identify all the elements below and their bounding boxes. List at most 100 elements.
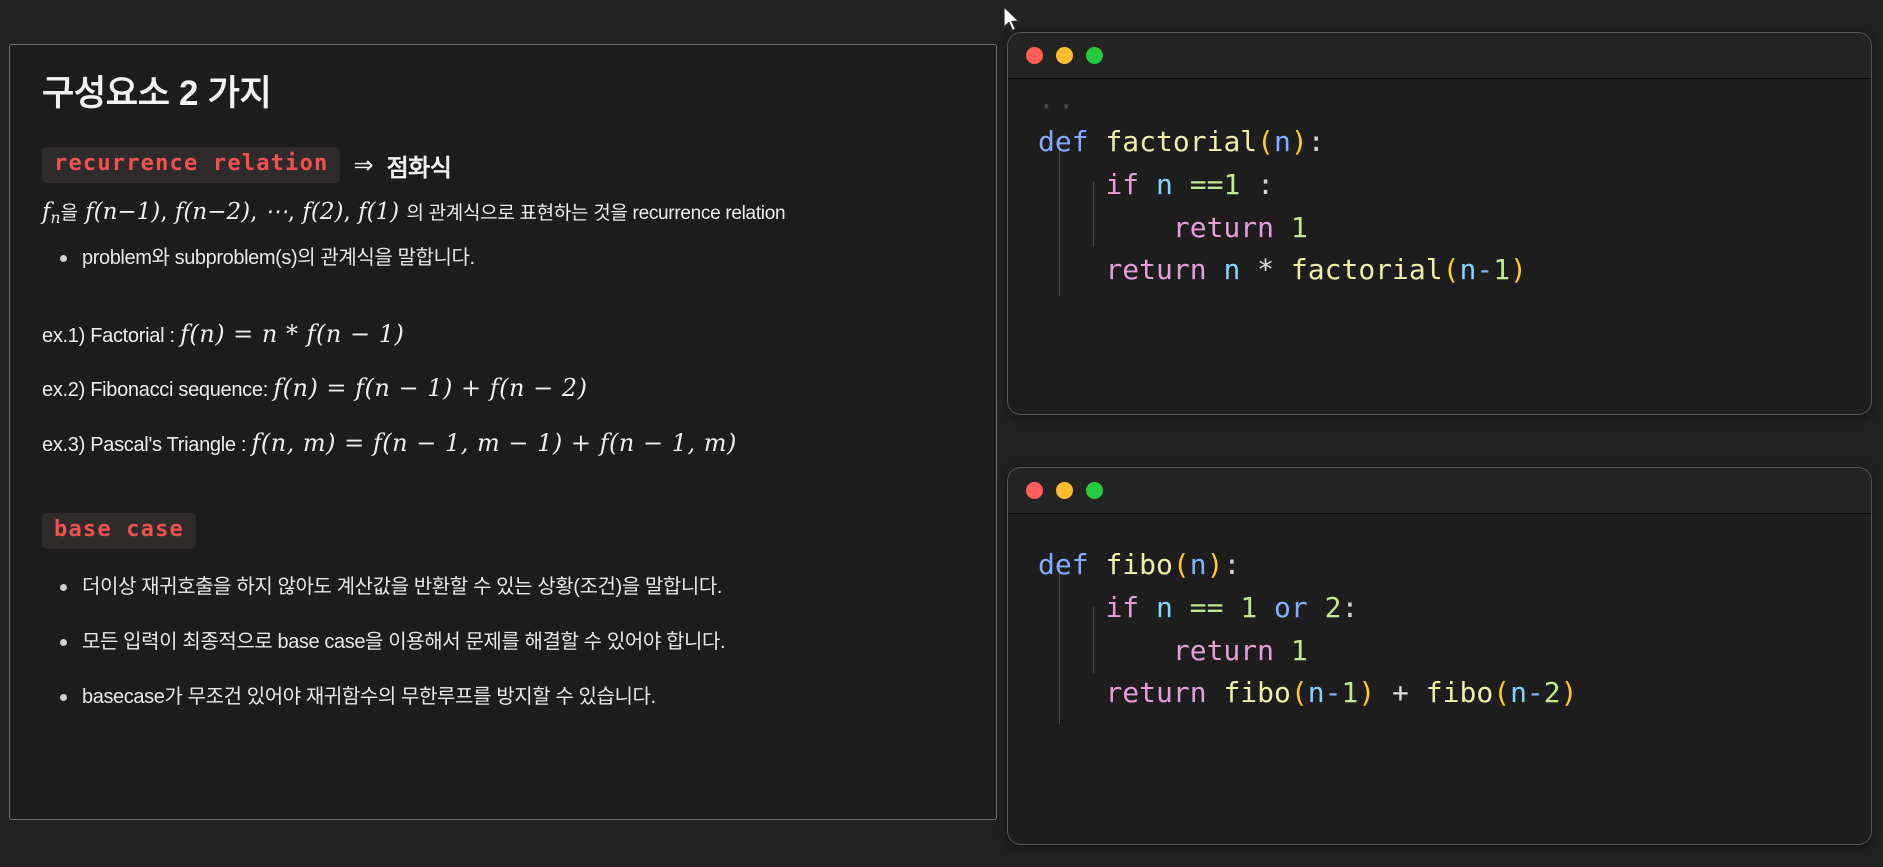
section-base-case: base case 더이상 재귀호출을 하지 않아도 계산값을 반환할 수 있는…	[42, 512, 964, 712]
code-token: ==	[1189, 590, 1224, 624]
code-line: if n ==1 :	[1038, 164, 1841, 207]
example-line-1: ex.1) Factorial : f(n) = n * f(n − 1)	[42, 319, 964, 350]
window-titlebar	[1008, 468, 1871, 514]
recurrence-definition-formula: fn을 f(n−1), f(n−2), ⋯, f(2), f(1) 의 관계식으…	[42, 199, 786, 228]
list-item: basecase가 무조건 있어야 재귀함수의 무한루프를 방지할 수 있습니다…	[42, 683, 964, 712]
example-formula-1: f(n) = n * f(n − 1)	[179, 320, 405, 349]
code-token: +	[1392, 676, 1409, 710]
code-token: n	[1156, 167, 1173, 201]
close-button[interactable]	[1026, 47, 1043, 64]
code-token: 1	[1341, 676, 1359, 710]
code-token: (	[1442, 253, 1460, 287]
code-token: n	[1459, 253, 1477, 287]
code-token: )	[1206, 548, 1224, 581]
code-token: (	[1493, 676, 1511, 710]
code-token: fibo	[1223, 676, 1291, 710]
math-definition-tail: 의 관계식으로 표현하는 것을 recurrence relation	[406, 203, 786, 225]
base-case-heading-row: base case	[42, 512, 964, 559]
code-token: :	[1341, 590, 1359, 624]
code-token: n	[1223, 253, 1241, 287]
code-token: fibo	[1105, 548, 1173, 581]
code-token: -	[1324, 676, 1342, 710]
code-token: -	[1476, 253, 1494, 287]
presentation-screen: 구성요소 2 가지 recurrence relation ⇒ 점화식 fn을 …	[0, 0, 1883, 867]
math-term-2: ⋯	[264, 199, 288, 226]
double-arrow-right-icon: ⇒	[353, 151, 374, 179]
code-token: (	[1257, 125, 1275, 158]
code-token: return	[1105, 253, 1207, 287]
code-token: n	[1274, 125, 1291, 158]
code-token: :	[1257, 167, 1275, 201]
minimize-button[interactable]	[1056, 482, 1073, 499]
code-line: return 1	[1038, 207, 1841, 250]
code-token: 1	[1290, 210, 1308, 244]
code-token: )	[1358, 676, 1376, 710]
code-token: 2	[1543, 676, 1561, 710]
code-token: n	[1307, 676, 1325, 710]
close-button[interactable]	[1026, 482, 1043, 499]
code-editor-area[interactable]: def fibo(n): if n == 1 or 2: return 1 re…	[1008, 514, 1871, 735]
code-window-fibo: def fibo(n): if n == 1 or 2: return 1 re…	[1007, 467, 1872, 845]
example-line-3: ex.3) Pascal's Triangle : f(n, m) = f(n …	[42, 428, 964, 459]
code-line: return n * factorial(n-1)	[1038, 249, 1841, 292]
code-lines: def fibo(n): if n == 1 or 2: return 1 re…	[1038, 544, 1841, 715]
code-token: 1	[1240, 590, 1258, 624]
code-token: return	[1105, 676, 1207, 710]
section-recurrence-relation: recurrence relation ⇒ 점화식 fn을 f(n−1), f(…	[42, 147, 964, 459]
math-term-0: f(n−1)	[85, 199, 161, 226]
code-token: or	[1274, 590, 1308, 624]
window-titlebar	[1008, 33, 1871, 79]
example-formula-2: f(n) = f(n − 1) + f(n − 2)	[273, 374, 588, 403]
page-title: 구성요소 2 가지	[42, 74, 272, 113]
math-f-main: f	[42, 199, 51, 226]
code-token: if	[1105, 167, 1140, 201]
example-line-2: ex.2) Fibonacci sequence: f(n) = f(n − 1…	[42, 373, 964, 404]
code-token: 1	[1223, 167, 1241, 201]
example-formula-3: f(n, m) = f(n − 1, m − 1) + f(n − 1, m)	[251, 428, 737, 457]
code-token: fibo	[1425, 676, 1494, 710]
list-item: problem와 subproblem(s)의 관계식을 말합니다.	[42, 244, 964, 273]
code-line: return 1	[1038, 630, 1841, 673]
minimize-button[interactable]	[1056, 47, 1073, 64]
code-editor-area[interactable]: ·· def factorial(n): if n ==1 : return 1…	[1008, 79, 1871, 312]
example-label-3: ex.3) Pascal's Triangle :	[42, 433, 252, 456]
code-token: n	[1189, 548, 1207, 581]
base-case-bullet-list: 더이상 재귀호출을 하지 않아도 계산값을 반환할 수 있는 상황(조건)을 말…	[42, 573, 964, 712]
base-case-chip: base case	[42, 512, 197, 549]
example-label-2: ex.2) Fibonacci sequence:	[42, 379, 274, 402]
code-window-factorial: ·· def factorial(n): if n ==1 : return 1…	[1007, 32, 1872, 415]
code-token: )	[1560, 676, 1578, 710]
code-token: -	[1526, 676, 1544, 710]
code-token: def	[1038, 548, 1089, 581]
slide-content-panel: 구성요소 2 가지 recurrence relation ⇒ 점화식 fn을 …	[9, 44, 997, 820]
code-token: factorial	[1105, 125, 1258, 158]
code-line: if n == 1 or 2:	[1038, 587, 1841, 630]
math-korean-particle: 을	[60, 203, 78, 225]
code-token: (	[1290, 676, 1308, 710]
code-token: (	[1172, 548, 1190, 581]
list-item: 더이상 재귀호출을 하지 않아도 계산값을 반환할 수 있는 상황(조건)을 말…	[42, 573, 964, 602]
maximize-button[interactable]	[1086, 482, 1103, 499]
code-token: 1	[1290, 633, 1308, 667]
maximize-button[interactable]	[1086, 47, 1103, 64]
examples-block: ex.1) Factorial : f(n) = n * f(n − 1) ex…	[42, 319, 964, 459]
code-lines: def factorial(n): if n ==1 : return 1 re…	[1038, 121, 1841, 292]
recurrence-bullet-list: problem와 subproblem(s)의 관계식을 말합니다.	[42, 244, 964, 273]
code-token: n	[1510, 676, 1527, 710]
code-token: if	[1105, 590, 1140, 624]
code-token: )	[1510, 253, 1527, 287]
